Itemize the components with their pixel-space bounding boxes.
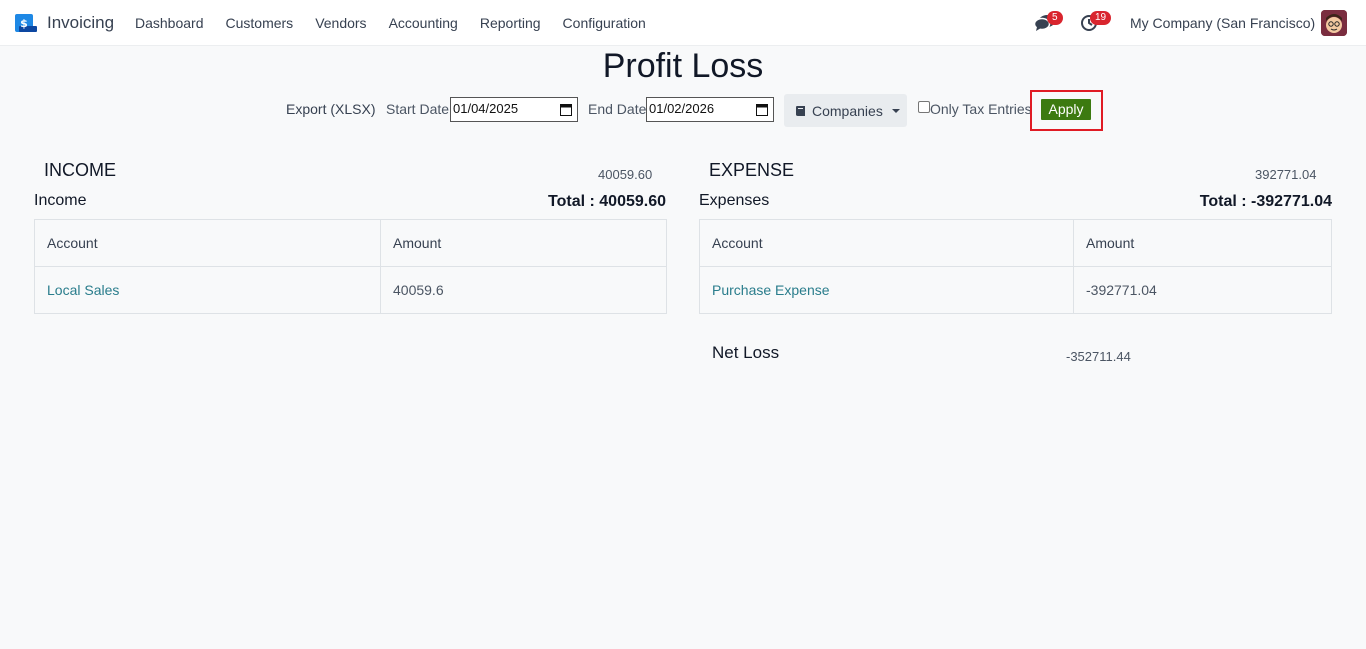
income-table: Account Amount Local Sales 40059.6 [34,219,667,314]
net-loss-value: -352711.44 [1066,349,1131,364]
expense-amount: 392771.04 [1255,167,1317,182]
start-date-input[interactable]: 01/04/2025 [450,97,578,122]
top-navbar: $ Invoicing Dashboard Customers Vendors … [0,0,1366,46]
menu-vendors[interactable]: Vendors [315,15,366,31]
net-loss-label: Net Loss [712,343,780,362]
income-amount: 40059.60 [598,167,653,182]
user-avatar[interactable] [1321,10,1347,36]
account-link[interactable]: Local Sales [34,266,381,314]
companies-dropdown-button[interactable]: Companies [784,94,907,127]
calendar-icon[interactable] [560,103,572,116]
table-header-row: Account Amount [34,219,667,267]
income-heading: INCOME [44,160,116,180]
end-date-input[interactable]: 01/02/2026 [646,97,774,122]
app-name[interactable]: Invoicing [47,13,114,33]
menu-accounting[interactable]: Accounting [389,15,458,31]
export-xlsx-button[interactable]: Export (XLSX) [286,101,375,117]
activities-count-badge: 19 [1090,11,1112,25]
end-date-label: End Date [588,101,647,117]
expense-table: Account Amount Purchase Expense -392771.… [699,219,1332,314]
column-header-account: Account [699,219,1074,267]
calendar-icon[interactable] [756,103,768,116]
menu-reporting[interactable]: Reporting [480,15,541,31]
only-tax-entries-label: Only Tax Entries [930,101,1032,117]
companies-label: Companies [812,102,883,119]
table-row: Local Sales 40059.6 [34,266,667,314]
chevron-down-icon [891,108,900,113]
expense-total: Total : -392771.04 [1199,193,1332,210]
invoicing-app-icon[interactable]: $ [15,12,37,34]
income-group-label: Income [34,192,87,209]
expense-group-label: Expenses [699,192,770,209]
menu-dashboard[interactable]: Dashboard [135,15,204,31]
column-header-amount: Amount [380,219,667,267]
menu-customers[interactable]: Customers [226,15,294,31]
avatar-face-icon [1321,10,1347,36]
company-switcher[interactable]: My Company (San Francisco) [1130,15,1315,31]
table-row: Purchase Expense -392771.04 [699,266,1332,314]
end-date-value: 01/02/2026 [649,101,715,116]
column-header-amount: Amount [1073,219,1332,267]
main-menu: Dashboard Customers Vendors Accounting R… [135,15,668,31]
book-icon [796,105,805,116]
svg-text:$: $ [20,17,28,30]
apply-button[interactable]: Apply [1041,99,1091,120]
page-title: Profit Loss [602,47,764,85]
expense-heading: EXPENSE [709,160,795,180]
messages-count-badge: 5 [1047,11,1063,25]
column-header-account: Account [34,219,381,267]
income-total: Total : 40059.60 [548,193,666,210]
start-date-label: Start Date [386,101,450,117]
menu-configuration[interactable]: Configuration [563,15,646,31]
only-tax-entries-checkbox[interactable] [918,101,930,113]
amount-cell: 40059.6 [380,266,667,314]
table-header-row: Account Amount [699,219,1332,267]
amount-cell: -392771.04 [1073,266,1332,314]
start-date-value: 01/04/2025 [453,101,519,116]
account-link[interactable]: Purchase Expense [699,266,1074,314]
